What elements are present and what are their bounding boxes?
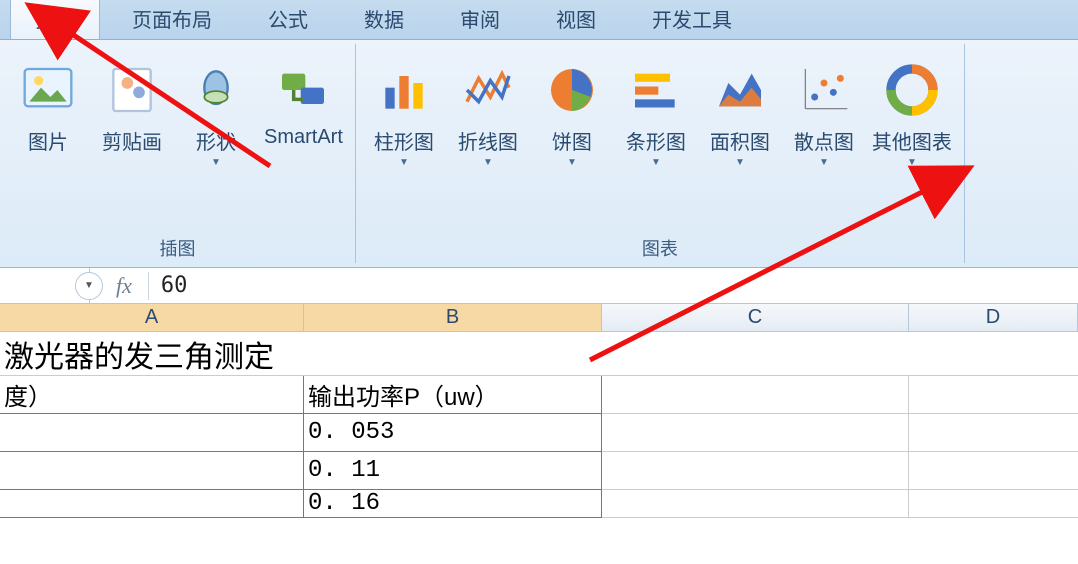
cell-c3[interactable] [602, 414, 909, 452]
cell-b3[interactable]: 0. 053 [304, 414, 602, 452]
shapes-button[interactable]: 形状 ▼ [174, 54, 258, 172]
pie-chart-icon [540, 58, 604, 122]
area-chart-button[interactable]: 面积图 ▼ [698, 54, 782, 172]
cell-d4[interactable] [909, 452, 1078, 490]
other-chart-dropdown-icon: ▼ [907, 157, 917, 168]
column-chart-button[interactable]: 柱形图 ▼ [362, 54, 446, 172]
cell-a4[interactable] [0, 452, 304, 490]
tab-formulas[interactable]: 公式 [244, 0, 332, 39]
pie-chart-dropdown-icon: ▼ [567, 157, 577, 168]
pie-chart-button[interactable]: 饼图 ▼ [530, 54, 614, 172]
pie-chart-label: 饼图 [552, 126, 592, 155]
scatter-chart-dropdown-icon: ▼ [819, 157, 829, 168]
other-chart-label: 其他图表 [872, 126, 952, 155]
scatter-chart-icon [792, 58, 856, 122]
column-chart-dropdown-icon: ▼ [399, 157, 409, 168]
cell-c2[interactable] [602, 376, 909, 414]
area-chart-icon [708, 58, 772, 122]
formula-bar: ▼ fx 60 [0, 268, 1078, 304]
bar-chart-label: 条形图 [626, 126, 686, 155]
ribbon: 图片 剪贴画 形状 [0, 40, 1078, 268]
group-charts: 柱形图 ▼ 折线图 ▼ [356, 44, 965, 263]
cell-d3[interactable] [909, 414, 1078, 452]
bar-chart-icon [624, 58, 688, 122]
smartart-button[interactable]: SmartArt [258, 54, 349, 153]
clipart-label: 剪贴画 [102, 126, 162, 155]
other-chart-icon [880, 58, 944, 122]
title-cell[interactable]: 激光器的发三角测定 [0, 332, 1078, 376]
column-header-c[interactable]: C [602, 304, 909, 331]
other-chart-button[interactable]: 其他图表 ▼ [866, 54, 958, 172]
column-chart-icon [372, 58, 436, 122]
picture-icon [16, 58, 80, 122]
group-illustrations: 图片 剪贴画 形状 [0, 44, 356, 263]
formula-bar-separator [148, 272, 149, 300]
area-chart-label: 面积图 [710, 126, 770, 155]
cell-c5[interactable] [602, 490, 909, 518]
line-chart-dropdown-icon: ▼ [483, 157, 493, 168]
name-box[interactable]: ▼ [0, 268, 90, 303]
ribbon-tab-bar: 插入 页面布局 公式 数据 审阅 视图 开发工具 [0, 0, 1078, 40]
tab-view[interactable]: 视图 [532, 0, 620, 39]
tab-insert[interactable]: 插入 [10, 0, 100, 39]
group-charts-label: 图表 [362, 231, 958, 263]
smartart-label: SmartArt [264, 126, 343, 149]
name-box-dropdown-icon[interactable]: ▼ [75, 272, 103, 300]
line-chart-label: 折线图 [458, 126, 518, 155]
shapes-label: 形状 [196, 126, 236, 155]
smartart-icon [271, 58, 335, 122]
clipart-button[interactable]: 剪贴画 [90, 54, 174, 159]
cell-b5[interactable]: 0. 16 [304, 490, 602, 518]
column-header-b[interactable]: B [304, 304, 602, 331]
tab-developer[interactable]: 开发工具 [628, 0, 756, 39]
bar-chart-button[interactable]: 条形图 ▼ [614, 54, 698, 172]
spreadsheet-grid[interactable]: 激光器的发三角测定 度） 输出功率P（uw） 0. 053 0. 11 0. 1… [0, 332, 1078, 518]
clipart-icon [100, 58, 164, 122]
cell-c4[interactable] [602, 452, 909, 490]
tab-data[interactable]: 数据 [340, 0, 428, 39]
cell-b4[interactable]: 0. 11 [304, 452, 602, 490]
scatter-chart-button[interactable]: 散点图 ▼ [782, 54, 866, 172]
column-headers: A B C D [0, 304, 1078, 332]
column-header-d[interactable]: D [909, 304, 1078, 331]
bar-chart-dropdown-icon: ▼ [651, 157, 661, 168]
picture-label: 图片 [28, 126, 68, 155]
line-chart-icon [456, 58, 520, 122]
cell-d5[interactable] [909, 490, 1078, 518]
tab-review[interactable]: 审阅 [436, 0, 524, 39]
column-header-a[interactable]: A [0, 304, 304, 331]
column-chart-label: 柱形图 [374, 126, 434, 155]
fx-label[interactable]: fx [116, 273, 132, 299]
tab-page-layout[interactable]: 页面布局 [108, 0, 236, 39]
area-chart-dropdown-icon: ▼ [735, 157, 745, 168]
cell-b2[interactable]: 输出功率P（uw） [304, 376, 602, 414]
cell-a2[interactable]: 度） [0, 376, 304, 414]
cell-d2[interactable] [909, 376, 1078, 414]
picture-button[interactable]: 图片 [6, 54, 90, 159]
shapes-dropdown-icon: ▼ [211, 157, 221, 168]
line-chart-button[interactable]: 折线图 ▼ [446, 54, 530, 172]
shapes-icon [184, 58, 248, 122]
scatter-chart-label: 散点图 [794, 126, 854, 155]
cell-a5[interactable] [0, 490, 304, 518]
formula-bar-value[interactable]: 60 [161, 273, 188, 298]
group-illustrations-label: 插图 [6, 231, 349, 263]
cell-a3[interactable] [0, 414, 304, 452]
